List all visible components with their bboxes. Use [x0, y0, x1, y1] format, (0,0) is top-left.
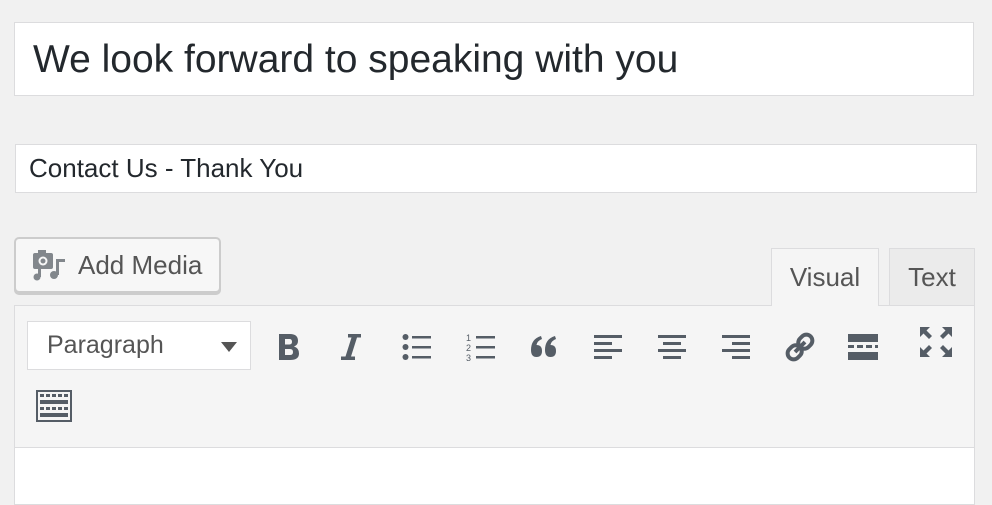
- align-left-icon: [594, 335, 622, 359]
- post-title-input[interactable]: We look forward to speaking with you: [14, 22, 974, 96]
- align-right-icon: [722, 335, 750, 359]
- align-center-icon: [658, 335, 686, 359]
- svg-text:1: 1: [466, 333, 471, 343]
- numbered-list-icon: 1 2 3: [466, 333, 495, 362]
- italic-button[interactable]: [329, 325, 373, 369]
- blockquote-button[interactable]: [522, 325, 566, 369]
- add-media-button[interactable]: Add Media: [14, 237, 221, 293]
- tab-text[interactable]: Text: [889, 248, 975, 306]
- bulleted-list-icon: [402, 334, 431, 360]
- bulleted-list-button[interactable]: [395, 325, 439, 369]
- toolbar-toggle-button[interactable]: [32, 384, 76, 428]
- format-select[interactable]: Paragraph: [27, 321, 251, 370]
- add-media-icon: [32, 249, 66, 281]
- fullscreen-button[interactable]: [914, 320, 958, 364]
- bold-icon: [279, 334, 299, 360]
- align-right-button[interactable]: [714, 325, 758, 369]
- chevron-down-icon: [221, 342, 237, 352]
- bold-button[interactable]: [267, 325, 311, 369]
- format-select-value: Paragraph: [47, 331, 164, 359]
- italic-icon: [341, 334, 361, 360]
- read-more-icon: [848, 334, 878, 360]
- svg-text:3: 3: [466, 353, 471, 362]
- read-more-button[interactable]: [841, 325, 885, 369]
- blockquote-icon: [531, 336, 556, 357]
- link-icon: [785, 332, 815, 362]
- add-media-label: Add Media: [78, 249, 203, 280]
- tab-visual[interactable]: Visual: [771, 248, 879, 306]
- post-subtitle-input[interactable]: Contact Us - Thank You: [15, 144, 977, 193]
- numbered-list-button[interactable]: 1 2 3: [459, 325, 503, 369]
- fullscreen-icon: [920, 327, 952, 357]
- editor-toolbar: Paragraph 1 2 3: [15, 306, 974, 448]
- toolbar-toggle-icon: [36, 390, 72, 422]
- align-center-button[interactable]: [650, 325, 694, 369]
- insert-link-button[interactable]: [778, 325, 822, 369]
- svg-text:2: 2: [466, 343, 471, 353]
- align-left-button[interactable]: [586, 325, 630, 369]
